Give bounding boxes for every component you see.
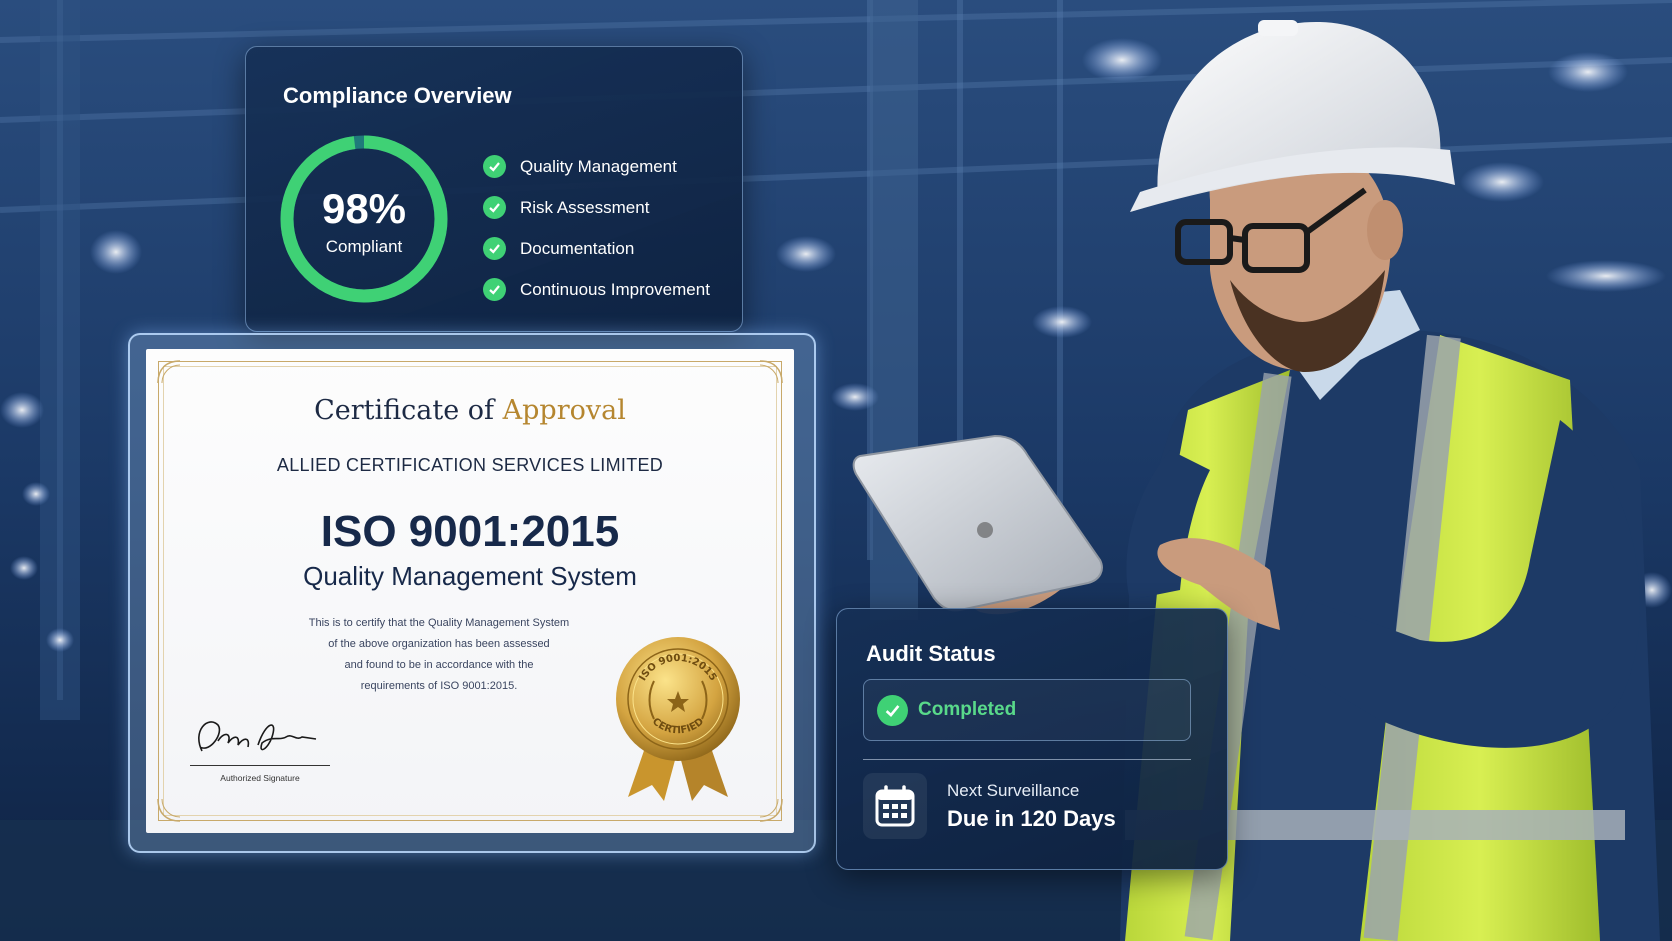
- audit-status-badge: Completed: [863, 679, 1191, 741]
- corner-ornament-icon: [157, 360, 181, 384]
- calendar-icon: [863, 773, 927, 839]
- compliance-donut-chart: 98% Compliant: [278, 133, 450, 305]
- certifying-organization: ALLIED CERTIFICATION SERVICES LIMITED: [276, 455, 664, 475]
- compliance-overview-card: Compliance Overview 98% Compliant Qualit…: [245, 46, 743, 332]
- iso-standard: ISO 9001:2015: [320, 507, 620, 556]
- checklist-item: Continuous Improvement: [483, 269, 710, 310]
- corner-ornament-icon: [759, 798, 783, 822]
- next-surveillance-label: Next Surveillance: [947, 781, 1080, 800]
- checklist-item: Risk Assessment: [483, 187, 710, 228]
- compliance-caption: Compliant: [325, 237, 403, 256]
- checklist-label: Risk Assessment: [520, 197, 650, 217]
- audit-status-text: Completed: [918, 699, 1017, 720]
- signature-line: [190, 765, 330, 766]
- iso-certificate: Certificate of Approval ALLIED CERTIFICA…: [146, 349, 794, 833]
- check-icon: [483, 196, 506, 219]
- audit-title: Audit Status: [866, 641, 996, 666]
- check-icon: [483, 155, 506, 178]
- checklist-item: Documentation: [483, 228, 710, 269]
- signature-label: Authorized Signature: [220, 773, 300, 783]
- checklist-label: Quality Management: [520, 156, 677, 176]
- certificate-title: Certificate of Approval: [146, 395, 794, 426]
- next-surveillance-value: Due in 120 Days: [947, 806, 1116, 831]
- signature: [198, 721, 317, 752]
- check-icon: [877, 694, 908, 726]
- compliance-title: Compliance Overview: [283, 83, 512, 108]
- audit-status-card: Audit Status Completed Next Surveillance…: [836, 608, 1228, 870]
- statement-line: and found to be in accordance with the: [344, 659, 534, 671]
- statement-line: This is to certify that the Quality Mana…: [308, 617, 570, 629]
- check-icon: [483, 237, 506, 260]
- certificate-title-part1: Certificate of: [314, 395, 495, 426]
- statement-line: requirements of ISO 9001:2015.: [360, 680, 518, 692]
- checklist-item: Quality Management: [483, 146, 710, 187]
- statement-line: of the above organization has been asses…: [328, 638, 550, 650]
- checklist-label: Continuous Improvement: [520, 279, 710, 299]
- compliance-checklist: Quality Management Risk Assessment Docum…: [483, 146, 710, 310]
- check-icon: [483, 278, 506, 301]
- gold-seal-icon: ISO 9001:2015 CERTIFIED: [616, 637, 740, 801]
- divider: [863, 759, 1191, 760]
- compliance-percent: 98%: [321, 185, 407, 232]
- corner-ornament-icon: [157, 798, 181, 822]
- certificate-title-part2: Approval: [502, 395, 626, 426]
- checklist-label: Documentation: [520, 238, 635, 258]
- certificate-statement: This is to certify that the Quality Mana…: [296, 613, 582, 697]
- corner-ornament-icon: [759, 360, 783, 384]
- management-system-name: Quality Management System: [303, 561, 637, 591]
